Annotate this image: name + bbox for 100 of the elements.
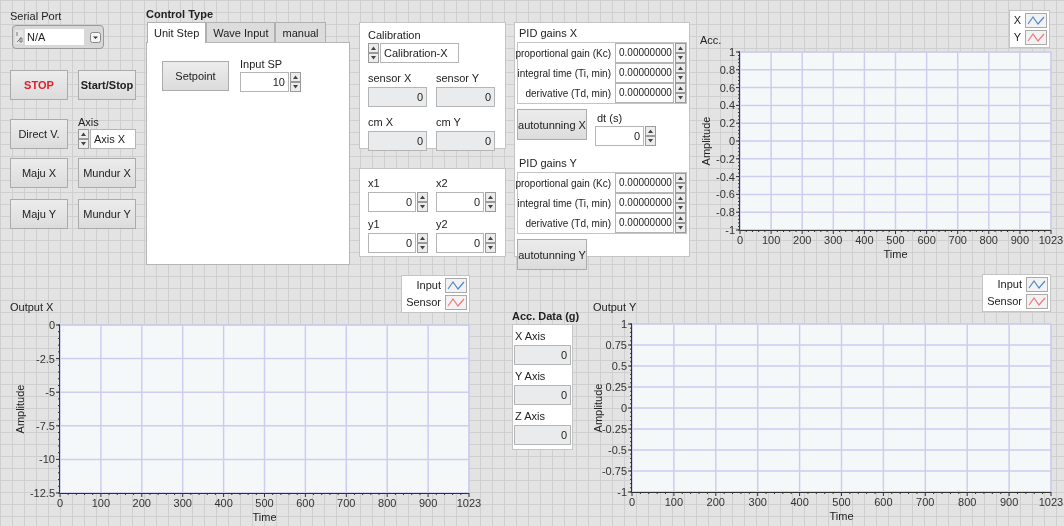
numeric-field[interactable]: 0 (368, 233, 416, 253)
axis-title: Amplitude (700, 116, 712, 166)
dropdown-button[interactable] (90, 31, 101, 43)
spin-buttons[interactable] (675, 173, 686, 193)
tick-label: 800 (979, 234, 998, 246)
numeric-field[interactable]: 0 (436, 192, 484, 212)
tick-label: -1 (617, 486, 627, 498)
tab[interactable]: Unit Step (147, 22, 207, 43)
numeric-field[interactable]: 0.00000000 (615, 83, 674, 103)
legend-line-icon (1025, 13, 1047, 28)
tick-label: 700 (948, 234, 967, 246)
tick-label: 200 (793, 234, 812, 246)
push-button[interactable]: STOP (10, 70, 68, 100)
tick-label: 300 (748, 496, 767, 508)
tab[interactable]: Wave Input (206, 22, 276, 42)
spin-buttons[interactable] (417, 233, 428, 253)
numeric-field[interactable]: 0 (595, 126, 644, 146)
legend-label: Input (997, 278, 1022, 291)
tick-label: -5 (45, 386, 55, 399)
field-label: X Axis (514, 329, 547, 344)
axis-title: Amplitude (14, 384, 26, 434)
group-title: Acc. Data (g) (512, 310, 580, 323)
field-label: x2 (436, 177, 449, 190)
tick-label: 1023 (1038, 234, 1064, 246)
tick-label: 0 (736, 234, 744, 246)
numeric-field[interactable]: 0.00000000 (615, 173, 674, 193)
tick-label: 800 (958, 496, 977, 508)
spin-buttons[interactable] (675, 63, 686, 83)
spin-buttons[interactable] (78, 129, 89, 149)
port-selector[interactable]: N/A (12, 25, 104, 49)
text-field[interactable]: Calibration-X (380, 43, 459, 63)
tick-label: 0 (48, 319, 55, 331)
tick-label: -7.5 (36, 419, 55, 432)
spin-buttons[interactable] (485, 233, 496, 253)
tick-label: -0.25 (601, 423, 627, 435)
push-button[interactable]: Start/Stop (78, 70, 136, 100)
numeric-indicator: 0 (514, 425, 571, 445)
push-button[interactable]: Mundur Y (78, 199, 136, 229)
tick-label: 0.2 (719, 117, 735, 130)
legend-line-icon (445, 295, 467, 310)
tab[interactable]: manual (275, 22, 326, 42)
spin-buttons[interactable] (485, 192, 496, 212)
push-button[interactable]: Setpoint (162, 61, 229, 91)
numeric-field[interactable]: 10 (240, 72, 289, 92)
field-label: proportional gain (Kc) (515, 177, 611, 189)
numeric-field[interactable]: 0 (436, 233, 484, 253)
tick-label: 100 (91, 497, 111, 509)
numeric-indicator: 0 (436, 87, 495, 107)
numeric-field[interactable]: 0 (368, 192, 416, 212)
axis-title: Time (252, 511, 277, 523)
chart-title: Output Y (593, 301, 637, 314)
tick-label: 200 (706, 496, 725, 508)
spin-buttons[interactable] (417, 192, 428, 212)
field-label: Y Axis (514, 369, 547, 384)
legend-label: Sensor (987, 295, 1022, 308)
push-button[interactable]: Maju Y (10, 199, 68, 229)
spin-buttons[interactable] (675, 43, 686, 63)
tick-label: 700 (916, 496, 935, 508)
tick-label: 500 (886, 234, 905, 246)
field-label: Serial Port (10, 10, 63, 23)
tick-label: 900 (1010, 234, 1030, 246)
legend-label: Sensor (406, 296, 441, 309)
legend-label: Input (416, 279, 441, 292)
push-button[interactable]: Direct V. (10, 119, 68, 149)
numeric-indicator: 0 (368, 131, 427, 151)
push-button[interactable]: Mundur X (78, 158, 136, 188)
tick-label: 700 (337, 497, 356, 509)
field-label: Calibration (368, 29, 422, 42)
tick-label: 600 (874, 496, 893, 508)
tick-label: 900 (418, 497, 438, 509)
tick-label: 0.6 (719, 81, 735, 94)
spin-buttons[interactable] (675, 83, 686, 103)
numeric-field[interactable]: 0.00000000 (615, 213, 674, 233)
text-field[interactable]: Axis X (90, 129, 136, 149)
axis-title: Amplitude (592, 383, 604, 433)
tick-label: 900 (999, 496, 1019, 508)
chart-title: Output X (10, 301, 54, 314)
tick-label: 200 (132, 497, 151, 509)
tick-label: 400 (855, 234, 874, 246)
numeric-field[interactable]: 0.00000000 (615, 193, 674, 213)
spin-buttons[interactable] (368, 43, 379, 63)
legend-label: Y (1013, 31, 1021, 44)
group-title: Control Type (146, 8, 214, 21)
field-label: Axis (78, 116, 100, 129)
field-label: integral time (Ti, min) (517, 67, 611, 79)
push-button[interactable]: autotunning Y (517, 239, 587, 270)
numeric-field[interactable]: 0.00000000 (615, 63, 674, 83)
spin-buttons[interactable] (675, 213, 686, 233)
numeric-indicator: 0 (514, 385, 571, 405)
push-button[interactable]: Maju X (10, 158, 68, 188)
push-button[interactable]: autotunning X (517, 109, 587, 140)
spin-buttons[interactable] (675, 193, 686, 213)
tick-label: 100 (761, 234, 781, 246)
spin-buttons[interactable] (645, 126, 656, 146)
numeric-field[interactable]: 0.00000000 (615, 43, 674, 63)
tick-label: -0.2 (716, 152, 735, 165)
spin-buttons[interactable] (290, 72, 301, 92)
tick-label: 600 (917, 234, 936, 246)
field-label: Z Axis (514, 409, 546, 424)
tick-label: 0 (728, 135, 735, 147)
